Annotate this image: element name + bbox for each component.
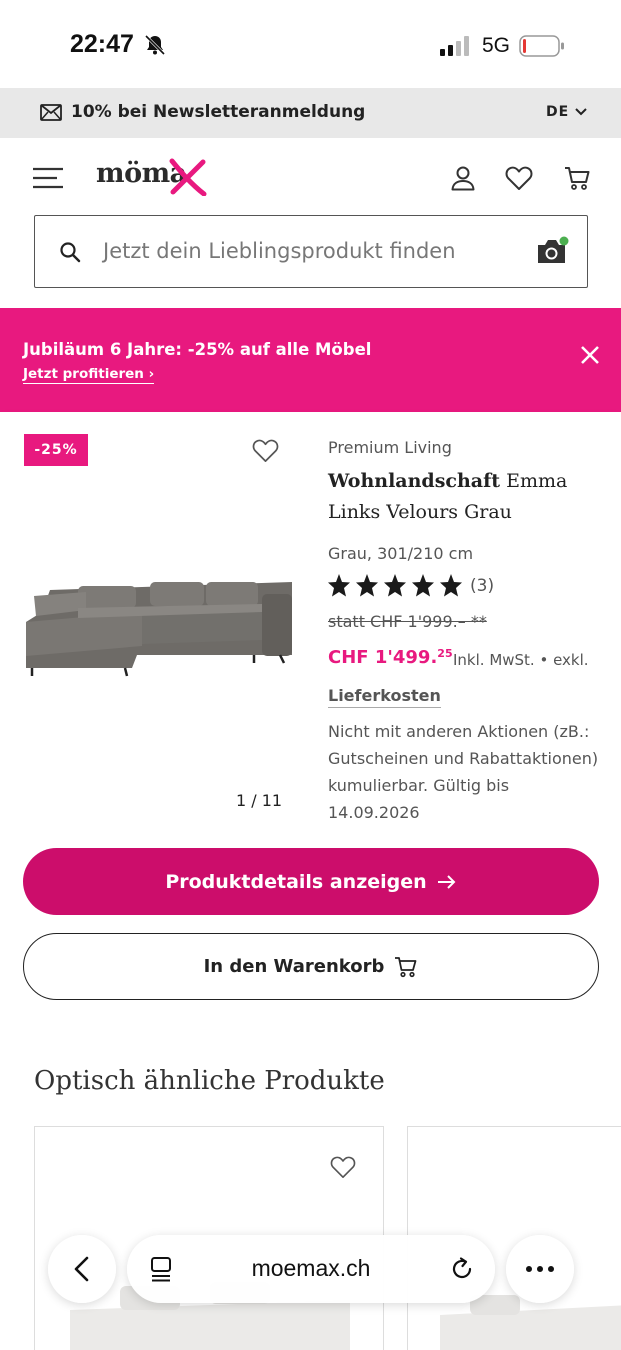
- product-details-label: Produktdetails anzeigen: [165, 870, 427, 893]
- menu-icon[interactable]: [33, 166, 63, 190]
- logo[interactable]: möma: [96, 158, 207, 198]
- wishlist-heart-icon[interactable]: [330, 1155, 356, 1179]
- bell-off-icon: [144, 34, 166, 56]
- product-brand: Premium Living: [328, 438, 452, 457]
- back-button[interactable]: [48, 1235, 116, 1303]
- arrow-right-icon: [437, 874, 456, 889]
- search-placeholder[interactable]: Jetzt dein Lieblingsprodukt finden: [103, 239, 456, 263]
- product-image[interactable]: [22, 560, 294, 680]
- star-icon: [412, 574, 434, 597]
- more-icon: [526, 1266, 554, 1272]
- search-icon: [60, 242, 81, 263]
- signal-icon: [440, 36, 469, 56]
- url-text[interactable]: moemax.ch: [127, 1255, 495, 1282]
- sale-price-main: CHF 1'499.: [328, 647, 438, 668]
- product-details-button[interactable]: Produktdetails anzeigen: [23, 848, 599, 915]
- review-count[interactable]: (3): [470, 576, 494, 596]
- network-label: 5G: [482, 34, 511, 57]
- product-title[interactable]: Wohnlandschaft Emma Links Velours Grau: [328, 466, 598, 528]
- add-to-cart-button[interactable]: In den Warenkorb: [23, 933, 599, 1000]
- more-options-button[interactable]: [506, 1235, 574, 1303]
- chevron-left-icon: [74, 1256, 89, 1282]
- promo-note: Nicht mit anderen Aktionen (zB.: Gutsche…: [328, 722, 599, 822]
- wishlist-heart-icon[interactable]: [252, 438, 279, 463]
- star-icon: [384, 574, 406, 597]
- sale-price-cents: 25: [437, 647, 453, 660]
- old-price: statt CHF 1'999.– **: [328, 612, 487, 631]
- battery-icon: [519, 35, 564, 57]
- status-time: 22:47: [70, 30, 134, 58]
- sale-price: CHF 1'499.25: [328, 647, 453, 668]
- heart-icon[interactable]: [505, 165, 533, 191]
- reload-icon[interactable]: [449, 1256, 475, 1282]
- chevron-down-icon[interactable]: [574, 105, 588, 119]
- address-bar[interactable]: moemax.ch: [127, 1235, 495, 1303]
- camera-icon[interactable]: [535, 236, 569, 266]
- delivery-cost-link[interactable]: Lieferkosten: [328, 686, 441, 708]
- promo-link[interactable]: Jetzt profitieren ›: [23, 366, 155, 384]
- star-icon: [440, 574, 462, 597]
- newsletter-text[interactable]: 10% bei Newsletteranmeldung: [71, 102, 365, 122]
- similar-title: Optisch ähnliche Produkte: [34, 1066, 385, 1096]
- close-icon[interactable]: [578, 343, 602, 367]
- tax-text: Inkl. MwSt. • exkl.: [453, 651, 589, 669]
- image-counter: 1 / 11: [236, 791, 283, 810]
- rating-stars[interactable]: [327, 573, 467, 599]
- add-to-cart-label: In den Warenkorb: [203, 956, 385, 977]
- user-icon[interactable]: [450, 165, 476, 191]
- product-variant: Grau, 301/210 cm: [328, 544, 474, 563]
- discount-badge: -25%: [24, 434, 88, 466]
- promo-title: Jubiläum 6 Jahre: -25% auf alle Möbel: [23, 340, 372, 359]
- mail-icon: [40, 104, 62, 121]
- promo-banner: [0, 308, 621, 412]
- language-selector[interactable]: DE: [546, 104, 569, 120]
- logo-x-mark: [169, 158, 207, 196]
- product-title-bold: Wohnlandschaft: [328, 470, 501, 492]
- star-icon: [328, 574, 350, 597]
- star-icon: [356, 574, 378, 597]
- cart-icon: [395, 956, 417, 977]
- cart-icon[interactable]: [563, 165, 591, 191]
